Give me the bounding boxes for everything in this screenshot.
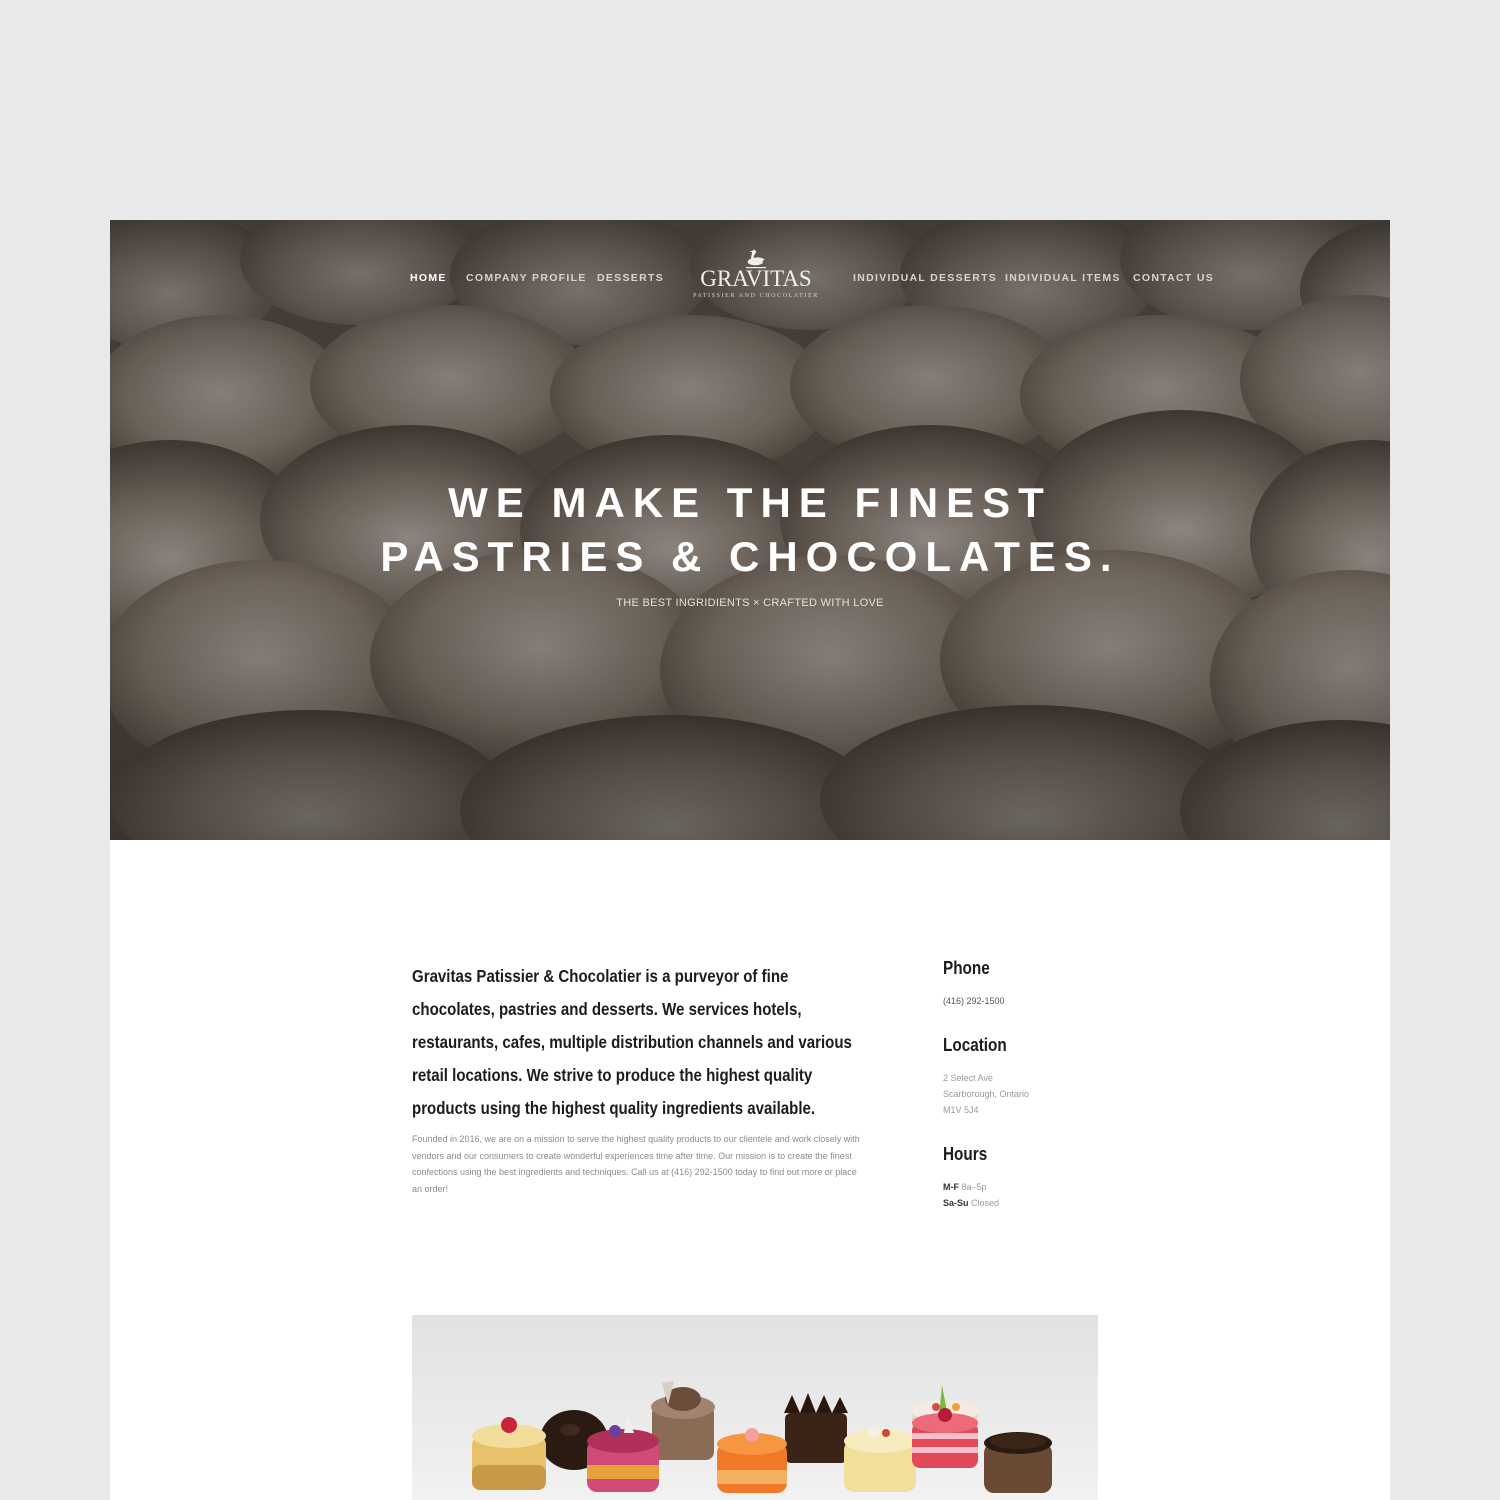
nav-contact-us[interactable]: CONTACT US bbox=[1133, 272, 1214, 284]
hero-title-line-2: PASTRIES & CHOCOLATES. bbox=[380, 533, 1120, 580]
about-body-text: Founded in 2016, we are on a mission to … bbox=[412, 1134, 860, 1194]
nav-home[interactable]: HOME bbox=[410, 272, 447, 284]
nav-individual-desserts[interactable]: INDIVIDUAL DESSERTS bbox=[853, 272, 997, 284]
hours-block: Hours M-F 8a–5p Sa-Su Closed bbox=[943, 1144, 1143, 1211]
gravitas-logo[interactable]: GRAVITAS PATISSIER AND CHOCOLATIER bbox=[688, 248, 824, 308]
contact-info: Phone (416) 292-1500 Location 2 Select A… bbox=[943, 958, 1143, 1237]
about-lead-text: Gravitas Patissier & Chocolatier is a pu… bbox=[412, 966, 852, 1118]
hours-weekday-value: 8a–5p bbox=[961, 1182, 987, 1192]
hours-heading: Hours bbox=[943, 1144, 988, 1164]
website-page: HOME COMPANY PROFILE DESSERTS INDIVIDUAL… bbox=[110, 220, 1390, 1500]
location-heading: Location bbox=[943, 1035, 1007, 1055]
logo-name: GRAVITAS bbox=[700, 266, 812, 291]
about-section: Gravitas Patissier & Chocolatier is a pu… bbox=[412, 960, 862, 1197]
address-line-2: Scarborough, Ontario bbox=[943, 1089, 1030, 1099]
hours-weekend-value: Closed bbox=[971, 1198, 1000, 1208]
address-line-3: M1V 5J4 bbox=[943, 1105, 979, 1115]
phone-block: Phone (416) 292-1500 bbox=[943, 958, 1143, 1009]
hours-weekday: M-F 8a–5p bbox=[943, 1179, 1143, 1195]
nav-individual-items[interactable]: INDIVIDUAL ITEMS bbox=[1005, 272, 1121, 284]
hours-weekday-label: M-F bbox=[943, 1182, 959, 1192]
logo-tagline: PATISSIER AND CHOCOLATIER bbox=[693, 293, 819, 299]
hours-weekend-label: Sa-Su bbox=[943, 1198, 969, 1208]
phone-number[interactable]: (416) 292-1500 bbox=[943, 993, 1143, 1009]
nav-company-profile[interactable]: COMPANY PROFILE bbox=[466, 272, 587, 284]
hero-subtitle: THE BEST INGRIDIENTS × CRAFTED WITH LOVE bbox=[616, 597, 884, 609]
hero-title-line-1: WE MAKE THE FINEST bbox=[448, 479, 1052, 526]
address-line-1: 2 Select Ave bbox=[943, 1073, 993, 1083]
hero-banner: HOME COMPANY PROFILE DESSERTS INDIVIDUAL… bbox=[110, 220, 1390, 840]
location-block: Location 2 Select Ave Scarborough, Ontar… bbox=[943, 1035, 1143, 1118]
desserts-photo bbox=[412, 1315, 1098, 1500]
phone-heading: Phone bbox=[943, 958, 990, 978]
nav-desserts[interactable]: DESSERTS bbox=[597, 272, 664, 284]
hours-weekend: Sa-Su Closed bbox=[943, 1195, 1143, 1211]
hero-title: WE MAKE THE FINEST PASTRIES & CHOCOLATES… bbox=[110, 476, 1390, 584]
desserts-illustration bbox=[472, 1381, 1052, 1493]
